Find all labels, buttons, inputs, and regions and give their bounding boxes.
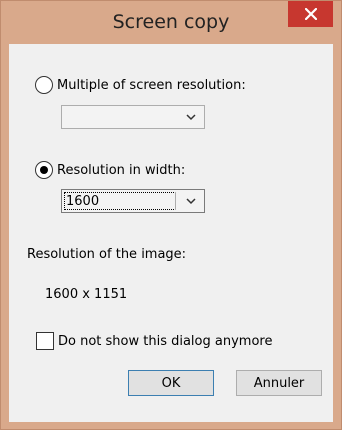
dont-show-checkbox[interactable] <box>36 332 54 350</box>
ok-button[interactable]: OK <box>128 370 214 396</box>
cancel-button[interactable]: Annuler <box>236 370 322 396</box>
multiple-resolution-option[interactable]: Multiple of screen resolution: <box>35 76 246 94</box>
multiple-resolution-label: Multiple of screen resolution: <box>57 77 246 93</box>
multiple-resolution-radio[interactable] <box>35 76 53 94</box>
title-bar[interactable]: Screen copy <box>1 1 341 45</box>
multiple-resolution-select[interactable] <box>61 105 205 129</box>
close-button[interactable] <box>288 1 333 27</box>
image-resolution-value: 1600 x 1151 <box>45 287 128 302</box>
width-resolution-radio[interactable] <box>35 161 53 179</box>
dont-show-option[interactable]: Do not show this dialog anymore <box>36 332 272 350</box>
image-resolution-label: Resolution of the image: <box>27 247 187 262</box>
chevron-down-icon <box>186 114 196 121</box>
chevron-down-icon <box>186 198 196 205</box>
width-resolution-select[interactable]: 1600 <box>61 189 205 213</box>
close-icon <box>304 8 317 20</box>
width-resolution-value: 1600 <box>66 194 100 209</box>
width-resolution-label: Resolution in width: <box>57 162 186 178</box>
screen-copy-dialog: Screen copy Multiple of screen resolutio… <box>0 0 342 430</box>
select-divider <box>175 192 176 210</box>
dont-show-label: Do not show this dialog anymore <box>58 333 273 349</box>
width-resolution-option[interactable]: Resolution in width: <box>35 161 185 179</box>
dialog-body: Multiple of screen resolution: Resolutio… <box>9 44 333 422</box>
